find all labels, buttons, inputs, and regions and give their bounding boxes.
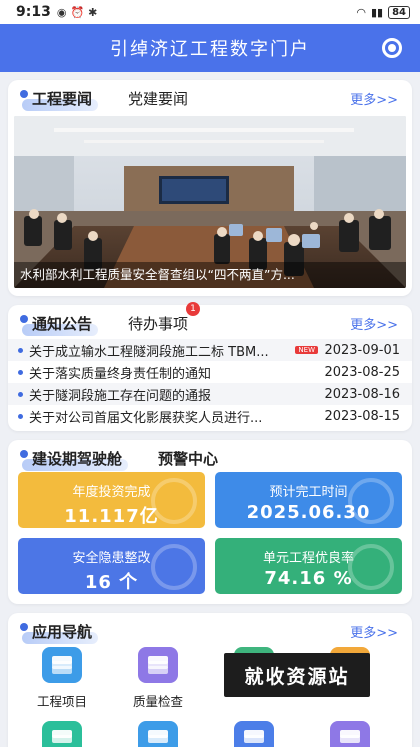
tab-engineering-news[interactable]: 工程要闻 <box>19 86 99 111</box>
tile-annual-investment[interactable]: 年度投资完成 11.117亿 <box>18 472 205 528</box>
status-time: 9:13 <box>16 4 51 20</box>
shield-icon <box>151 544 197 590</box>
notice-title: 关于成立输水工程隧洞段施工二标 TBM... <box>29 344 269 360</box>
notification-icons: ◉ ⏰ ✱ <box>57 6 98 19</box>
notice-date: 2023-08-16 <box>324 386 400 402</box>
notice-title: 关于对公司首届文化影展获奖人员进行... <box>29 410 263 426</box>
notice-date: 2023-08-25 <box>324 364 400 380</box>
notice-card: 通知公告 待办事项 1 更多>> 关于成立输水工程隧洞段施工二标 TBM... … <box>8 301 412 431</box>
nav-label: 质量检查 <box>132 694 183 709</box>
notice-title: 关于落实质量终身责任制的通知 <box>29 366 212 382</box>
notice-date: 2023-09-01 <box>324 342 400 358</box>
layers-icon <box>330 721 370 747</box>
tile-completion-date[interactable]: 预计完工时间 2025.06.30 <box>215 472 402 528</box>
yen-icon <box>151 478 197 524</box>
layers-icon <box>138 721 178 747</box>
status-bar: 9:13 ◉ ⏰ ✱ ◠ ▮▮ 84 <box>0 0 420 24</box>
notice-item[interactable]: 关于落实质量终身责任制的通知 2023-08-25 <box>8 361 412 383</box>
nav-item-projects[interactable]: 工程项目 <box>17 647 107 710</box>
app-bar: 引绰济辽工程数字门户 <box>0 24 420 72</box>
nav-more-link[interactable]: 更多>> <box>350 622 398 641</box>
bullet-icon <box>18 347 23 353</box>
notices-more-link[interactable]: 更多>> <box>350 314 398 333</box>
nav-item-row2-2[interactable] <box>113 721 203 747</box>
notice-item[interactable]: 关于隧洞段施工存在问题的通报 2023-08-16 <box>8 383 412 405</box>
page-title: 引绰济辽工程数字门户 <box>110 39 310 60</box>
tile-safety-hazards[interactable]: 安全隐患整改 16 个 <box>18 538 205 594</box>
notice-list: 关于成立输水工程隧洞段施工二标 TBM... NEW 2023-09-01 关于… <box>8 339 412 427</box>
alarm-icon: ⏰ <box>70 5 85 19</box>
layers-icon <box>42 647 82 683</box>
signal-icon: ▮▮ <box>370 5 384 19</box>
layers-icon <box>138 647 178 683</box>
new-badge: NEW <box>295 346 318 354</box>
tab-todo-label: 待办事项 <box>128 314 189 333</box>
bullet-icon <box>18 391 23 397</box>
notice-item[interactable]: 关于对公司首届文化影展获奖人员进行... 2023-08-15 <box>8 405 412 427</box>
tile-excellence-rate[interactable]: 单元工程优良率 74.16 % <box>215 538 402 594</box>
nav-item-row2-4[interactable] <box>305 721 395 747</box>
news-banner-image[interactable]: 水利部水利工程质量安全督查组以“四不两直”方... <box>14 116 406 288</box>
nav-item-row2-3[interactable] <box>209 721 299 747</box>
bullet-icon <box>18 413 23 419</box>
tab-app-nav[interactable]: 应用导航 <box>19 619 99 644</box>
layers-icon <box>234 721 274 747</box>
tab-warning-center[interactable]: 预警中心 <box>158 448 218 469</box>
bluetooth-icon: ✱ <box>88 5 98 19</box>
battery-icon: 84 <box>388 5 410 19</box>
tab-cockpit[interactable]: 建设期驾驶舱 <box>19 446 129 471</box>
tab-notices[interactable]: 通知公告 <box>19 311 99 336</box>
watermark-overlay: 就收资源站 <box>224 653 370 697</box>
notice-title: 关于隧洞段施工存在问题的通报 <box>29 388 212 404</box>
tab-party-news[interactable]: 党建要闻 <box>128 88 188 109</box>
news-caption[interactable]: 水利部水利工程质量安全督查组以“四不两直”方... <box>14 262 406 288</box>
record-icon[interactable] <box>382 38 402 58</box>
eye-icon: ◉ <box>56 5 67 19</box>
news-more-link[interactable]: 更多>> <box>350 89 398 108</box>
bullet-icon <box>18 369 23 375</box>
search-icon <box>348 544 394 590</box>
nav-item-row2-1[interactable] <box>17 721 107 747</box>
calendar-icon <box>348 478 394 524</box>
cockpit-card: 建设期驾驶舱 预警中心 年度投资完成 11.117亿 预计完工时间 2025.0… <box>8 440 412 604</box>
notice-date: 2023-08-15 <box>324 408 400 424</box>
nav-label: 工程项目 <box>36 694 87 709</box>
tab-todo[interactable]: 待办事项 1 <box>128 301 201 334</box>
wifi-icon: ◠ <box>356 5 366 19</box>
notice-item[interactable]: 关于成立输水工程隧洞段施工二标 TBM... NEW 2023-09-01 <box>8 339 412 361</box>
nav-item-quality-check[interactable]: 质量检查 <box>113 647 203 710</box>
todo-count-badge: 1 <box>186 301 201 316</box>
news-card: 工程要闻 党建要闻 更多>> 水利部水利工程质量安全督查组以“四不两直”方... <box>8 80 412 296</box>
layers-icon <box>42 721 82 747</box>
